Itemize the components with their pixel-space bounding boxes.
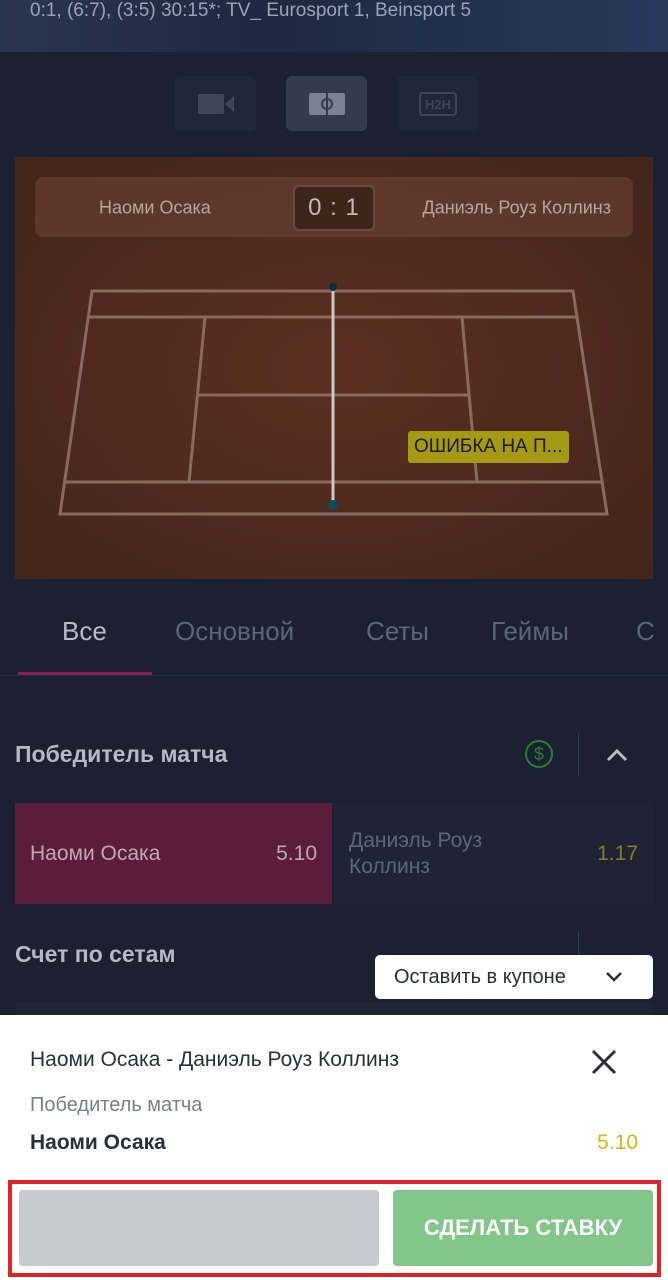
slip-odds: 5.10 — [597, 1131, 638, 1154]
scoreboard: Наоми Осака 0 : 1 Даниэль Роуз Коллинз — [35, 177, 633, 237]
odd-value: 5.10 — [276, 841, 317, 865]
market-title-winner: Победитель матча — [15, 741, 228, 767]
tab-all[interactable]: Все — [62, 616, 107, 647]
svg-text:H2H: H2H — [424, 97, 450, 112]
slip-market: Победитель матча — [30, 1094, 203, 1116]
keep-in-coupon-label: Оставить в купоне — [394, 966, 566, 988]
match-info-strip: 0:1, (6:7), (3:5) 30:15*; TV_ Eurosport … — [0, 0, 668, 52]
chevron-up-icon[interactable] — [602, 740, 632, 770]
tab-more[interactable]: С — [636, 616, 655, 647]
slip-match-title: Наоми Осака - Даниэль Роуз Коллинз — [30, 1048, 399, 1071]
odd-button-osaka[interactable]: Наоми Осака 5.10 — [15, 803, 332, 904]
video-camera-icon — [197, 93, 234, 114]
keep-in-coupon-button[interactable]: Оставить в купоне — [375, 955, 653, 999]
dollar-icon[interactable]: $ — [525, 740, 553, 768]
slip-pick: Наоми Осака — [30, 1131, 166, 1154]
odd-name: Наоми Осака — [30, 841, 161, 865]
h2h-icon: H2H — [418, 91, 457, 116]
chevron-down-icon — [606, 972, 622, 982]
match-info-text: 0:1, (6:7), (3:5) 30:15*; TV_ Eurosport … — [30, 0, 472, 21]
video-view-button[interactable] — [175, 76, 256, 131]
player1-name: Наоми Осака — [99, 197, 211, 218]
field-icon — [308, 92, 345, 115]
field-view-button[interactable] — [286, 76, 367, 131]
tab-sets[interactable]: Сеты — [366, 616, 429, 647]
match-tracker: Наоми Осака 0 : 1 Даниэль Роуз Коллинз О… — [15, 157, 653, 579]
market-tabs: Все Основной Сеты Геймы С — [0, 604, 668, 676]
event-badge: ОШИБКА НА П... — [408, 431, 569, 463]
active-tab-indicator — [18, 672, 152, 675]
stake-amount-input[interactable] — [19, 1190, 379, 1266]
odd-name: Даниэль Роуз Коллинз — [349, 828, 483, 878]
odd-value: 1.17 — [597, 841, 638, 865]
odd-button-collins[interactable]: Даниэль Роуз Коллинз 1.17 — [334, 803, 653, 904]
set-odds-row — [15, 1002, 653, 1015]
make-bet-button[interactable]: СДЕЛАТЬ СТАВКУ — [393, 1190, 653, 1266]
h2h-view-button[interactable]: H2H — [397, 76, 478, 131]
market-title-sets: Счет по сетам — [15, 941, 176, 967]
divider — [578, 733, 579, 777]
close-icon[interactable] — [590, 1048, 618, 1076]
tab-main[interactable]: Основной — [175, 616, 294, 647]
score-box: 0 : 1 — [293, 185, 375, 231]
tab-games[interactable]: Геймы — [491, 616, 569, 647]
player2-name: Даниэль Роуз Коллинз — [422, 197, 612, 218]
event-screen: 0:1, (6:7), (3:5) 30:15*; TV_ Eurosport … — [0, 0, 668, 1015]
view-switcher: H2H — [175, 76, 478, 131]
